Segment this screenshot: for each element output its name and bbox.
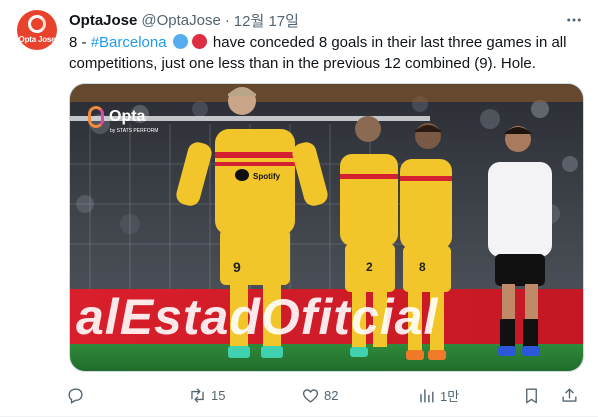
views-chart-icon — [420, 388, 434, 403]
views-count: 1만 — [440, 388, 460, 404]
bookmark-button[interactable] — [522, 383, 541, 407]
hashtag-link[interactable]: #Barcelona — [91, 34, 167, 51]
views-button[interactable]: 1만 — [417, 383, 459, 407]
tweet-text: 8 - #Barcelona have conceded 8 goals in … — [69, 32, 584, 74]
retweet-button[interactable]: 15 — [188, 383, 225, 407]
heart-icon — [302, 388, 319, 403]
opta-brand-text: Opta — [109, 108, 146, 125]
author-display-name[interactable]: OptaJose — [69, 12, 137, 29]
avatar[interactable]: Opta Jose — [17, 10, 57, 50]
tweet-photo[interactable]: 9 Spotify 2 8 alEstadOfitcial Opta by ST… — [69, 83, 584, 372]
tweet-header: OptaJose @OptaJose · 12월 17일 — [69, 10, 299, 30]
reply-icon — [68, 387, 83, 404]
ad-board-text: alEstadOfitcial — [76, 294, 439, 340]
share-button[interactable] — [560, 383, 579, 407]
reply-button[interactable] — [66, 383, 89, 407]
blue-circle-emoji-icon — [172, 34, 188, 49]
opta-mark-icon — [88, 106, 104, 128]
separator-dot: · — [224, 11, 230, 29]
player-number-9: 9 — [233, 259, 241, 275]
retweet-icon — [191, 387, 204, 403]
tweet[interactable]: Opta Jose OptaJose @OptaJose · 12월 17일 8… — [0, 0, 598, 417]
like-button[interactable]: 82 — [301, 383, 338, 407]
retweet-count: 15 — [211, 387, 226, 403]
red-circle-emoji-icon — [191, 34, 207, 49]
avatar-label: Opta Jose — [18, 35, 56, 44]
like-count: 82 — [324, 387, 339, 403]
bookmark-icon — [526, 387, 537, 403]
author-handle[interactable]: @OptaJose — [141, 12, 220, 29]
more-options-button[interactable] — [564, 10, 584, 30]
tweet-text-prefix: 8 - — [69, 34, 91, 51]
timestamp[interactable]: 12월 17일 — [234, 10, 299, 31]
opta-watermark: Opta by STATS PERFORM — [88, 106, 158, 134]
tweet-text-line1-rest: have conceded 8 goals in their last thre… — [208, 34, 567, 51]
more-horizontal-icon — [567, 18, 581, 22]
tweet-text-line2: competitions, just one less than in the … — [69, 55, 536, 72]
player-number-8: 8 — [419, 260, 426, 274]
share-icon — [562, 387, 577, 402]
jersey-sponsor-text: Spotify — [253, 172, 281, 181]
player-number-2: 2 — [366, 260, 373, 274]
tweet-actions: 15 82 1만 — [60, 383, 590, 407]
opta-brand-subtext: by STATS PERFORM — [110, 128, 159, 134]
opta-logo-icon — [28, 15, 46, 33]
